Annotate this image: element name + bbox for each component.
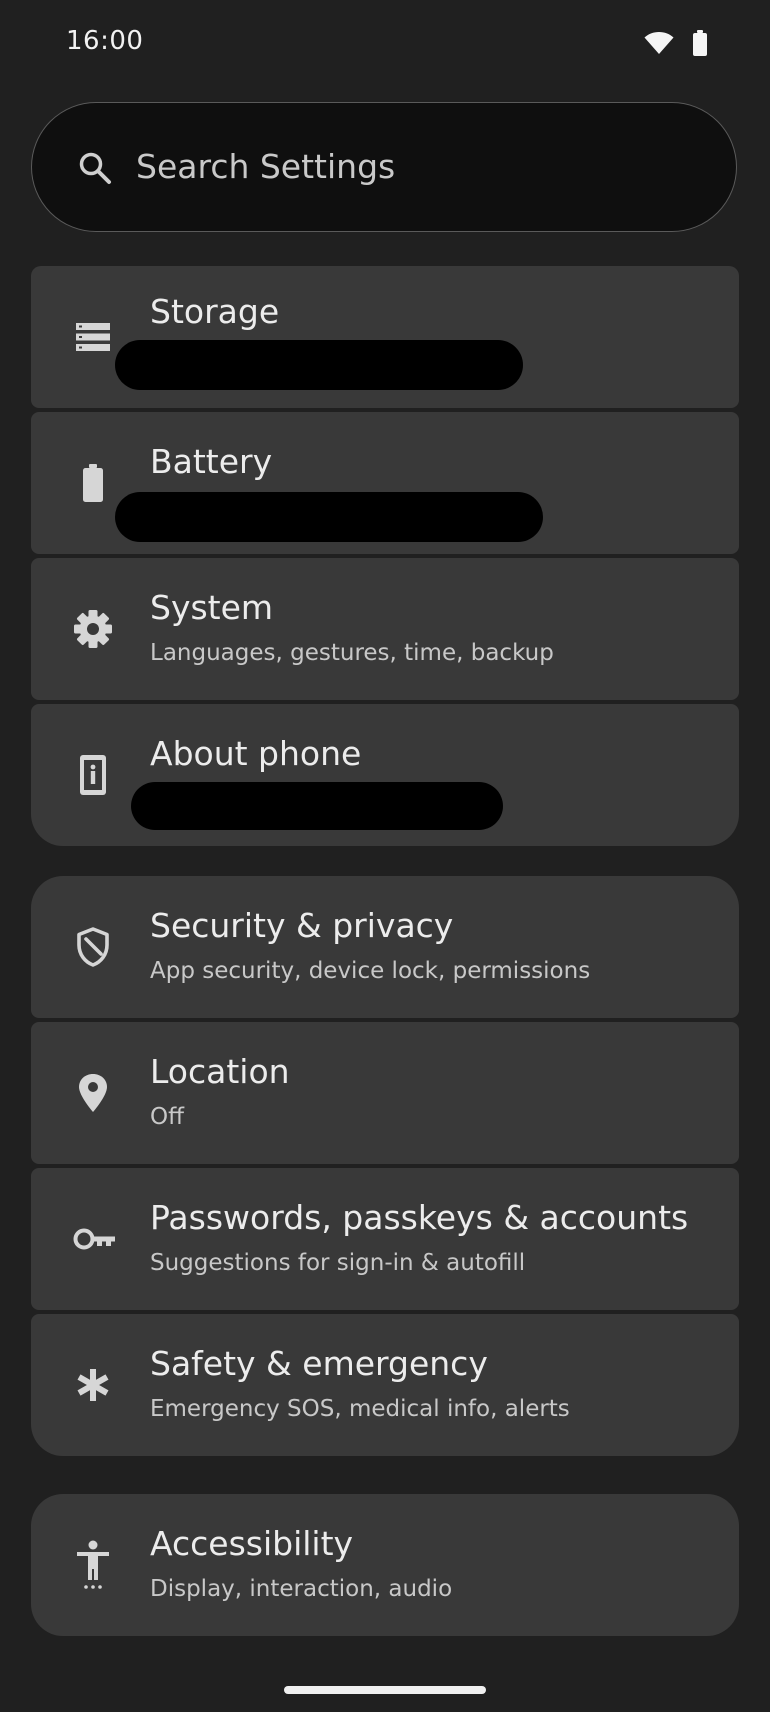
settings-item-subtitle: Emergency SOS, medical info, alerts (150, 1396, 570, 1422)
home-gesture-bar[interactable] (284, 1686, 486, 1694)
battery-icon (692, 30, 708, 56)
settings-item-passwords-accounts[interactable]: Passwords, passkeys & accounts Suggestio… (31, 1168, 739, 1310)
settings-item-title: Battery (150, 442, 273, 481)
battery-icon (73, 463, 113, 503)
settings-item-title: System (150, 588, 274, 627)
settings-item-title: Passwords, passkeys & accounts (150, 1198, 689, 1237)
settings-item-location[interactable]: Location Off (31, 1022, 739, 1164)
search-placeholder: Search Settings (136, 147, 396, 186)
settings-group-device: Storage Battery System Languages, gestur… (31, 266, 739, 846)
info-icon (73, 755, 113, 795)
settings-item-title: Safety & emergency (150, 1344, 488, 1383)
settings-item-subtitle: Languages, gestures, time, backup (150, 640, 554, 666)
settings-item-subtitle: Suggestions for sign-in & autofill (150, 1250, 526, 1276)
status-icons (644, 30, 708, 56)
settings-item-security-privacy[interactable]: Security & privacy App security, device … (31, 876, 739, 1018)
asterisk-icon (73, 1365, 113, 1405)
settings-group-accessibility: Accessibility Display, interaction, audi… (31, 1494, 739, 1636)
settings-group-privacy: Security & privacy App security, device … (31, 876, 739, 1456)
settings-item-title: Location (150, 1052, 290, 1091)
status-time: 16:00 (66, 26, 144, 56)
settings-item-subtitle: Off (150, 1104, 184, 1130)
settings-item-title: About phone (150, 734, 362, 773)
shield-icon (73, 927, 113, 967)
settings-item-title: Storage (150, 292, 280, 331)
settings-item-safety-emergency[interactable]: Safety & emergency Emergency SOS, medica… (31, 1314, 739, 1456)
settings-item-battery[interactable]: Battery (31, 412, 739, 554)
wifi-icon (644, 31, 674, 55)
redaction-mark (115, 340, 523, 390)
settings-item-storage[interactable]: Storage (31, 266, 739, 408)
settings-item-title: Accessibility (150, 1524, 354, 1563)
search-icon (78, 151, 112, 189)
key-icon (73, 1219, 117, 1259)
settings-item-subtitle: Display, interaction, audio (150, 1576, 453, 1602)
redaction-mark (115, 492, 543, 542)
accessibility-icon (73, 1540, 113, 1590)
storage-icon (73, 317, 113, 357)
redaction-mark (131, 782, 503, 830)
settings-item-system[interactable]: System Languages, gestures, time, backup (31, 558, 739, 700)
location-pin-icon (73, 1073, 113, 1113)
status-bar: 16:00 (0, 0, 770, 90)
settings-item-about-phone[interactable]: About phone (31, 704, 739, 846)
search-bar[interactable]: Search Settings (31, 102, 737, 232)
settings-item-title: Security & privacy (150, 906, 454, 945)
settings-item-accessibility[interactable]: Accessibility Display, interaction, audi… (31, 1494, 739, 1636)
gear-icon (73, 609, 113, 649)
settings-item-subtitle: App security, device lock, permissions (150, 958, 591, 984)
